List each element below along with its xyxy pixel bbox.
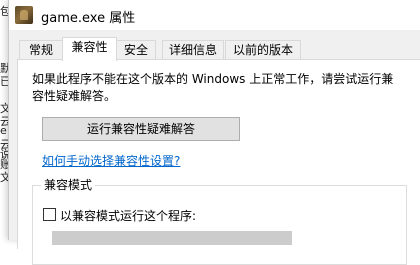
compatibility-os-select[interactable] (52, 231, 292, 245)
tab-security[interactable]: 安全 (116, 40, 156, 60)
tab-details[interactable]: 详细信息 (162, 40, 224, 60)
compatibility-mode-group: 兼容模式 以兼容模式运行这个程序: (32, 177, 407, 265)
tab-compatibility[interactable]: 兼容性 (62, 37, 117, 61)
tab-general[interactable]: 常规 (19, 40, 63, 60)
compatibility-mode-label: 兼容模式 (41, 177, 96, 193)
manual-settings-link[interactable]: 如何手动选择兼容性设置? (42, 152, 180, 169)
compatibility-mode-checkbox-label[interactable]: 以兼容模式运行这个程序: (60, 207, 196, 224)
run-troubleshooter-button[interactable]: 运行兼容性疑难解答 (42, 117, 240, 141)
dialog-client-area: 常规 兼容性 安全 详细信息 以前的版本 如果此程序不能在这个版本的 Windo… (9, 30, 420, 265)
compatibility-panel: 如果此程序不能在这个版本的 Windows 上正常工作，请尝试运行兼容性疑难解答… (17, 59, 420, 265)
properties-dialog: game.exe 属性 常规 兼容性 安全 详细信息 以前的版本 如果此程序不能… (8, 0, 420, 265)
compatibility-description: 如果此程序不能在这个版本的 Windows 上正常工作，请尝试运行兼容性疑难解答… (32, 72, 394, 103)
window-title: game.exe 属性 (41, 11, 136, 26)
game-app-icon (15, 6, 33, 24)
tab-previous-versions[interactable]: 以前的版本 (225, 40, 301, 60)
title-bar[interactable]: game.exe 属性 (9, 0, 420, 30)
compatibility-mode-checkbox[interactable] (43, 208, 56, 221)
